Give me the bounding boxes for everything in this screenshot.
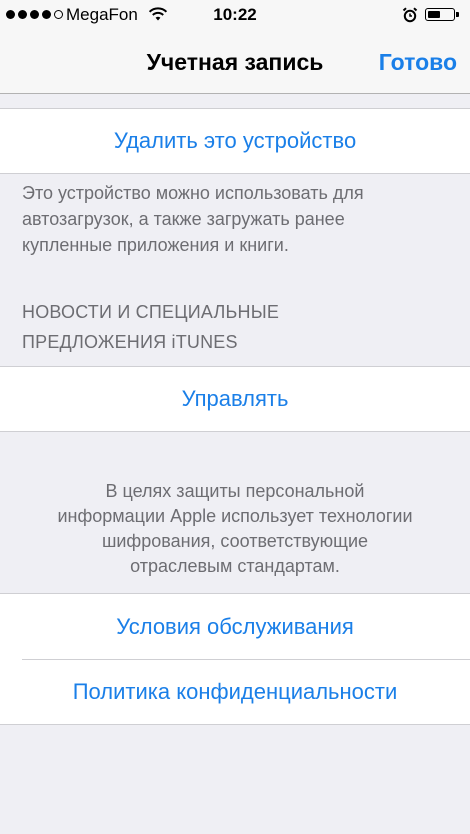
device-footer-line: Это устройство можно использовать для	[22, 183, 364, 203]
navigation-bar: Учетная запись Готово	[0, 30, 470, 94]
alarm-clock-icon	[402, 7, 418, 28]
security-note-line: шифрования, соответствующие	[101, 531, 369, 551]
battery-icon	[425, 8, 455, 21]
news-header-line: НОВОСТИ И СПЕЦИАЛЬНЫЕ	[22, 302, 280, 322]
security-note-line: информации Apple использует технологии	[57, 506, 413, 526]
security-note-line: В целях защиты персональной	[105, 481, 365, 501]
device-footer-line: автозагрузок, а также загружать ранее	[22, 209, 345, 229]
security-note-line: отраслевым стандартам.	[130, 556, 340, 576]
remove-device-label: Удалить это устройство	[113, 128, 357, 153]
account-screen: MegaFon 10:22 Учетная запись Готово Удал…	[0, 0, 470, 834]
legal-links-group: Условия обслуживания Политика конфиденци…	[0, 593, 470, 725]
manage-button[interactable]: Управлять	[0, 366, 470, 432]
news-section-header: НОВОСТИ И СПЕЦИАЛЬНЫЕ ПРЕДЛОЖЕНИЯ iTUNES	[22, 297, 442, 357]
device-footer-text: Это устройство можно использовать для ав…	[22, 180, 442, 258]
remove-device-button[interactable]: Удалить это устройство	[0, 108, 470, 174]
manage-label: Управлять	[181, 386, 289, 411]
battery-level	[428, 11, 440, 18]
terms-of-service-link[interactable]: Условия обслуживания	[0, 594, 470, 659]
status-bar: MegaFon 10:22	[0, 0, 470, 30]
device-footer-line: купленные приложения и книги.	[22, 235, 289, 255]
done-button[interactable]: Готово	[379, 49, 457, 76]
news-header-line: ПРЕДЛОЖЕНИЯ iTUNES	[22, 332, 238, 352]
security-note: В целях защиты персональной информации A…	[0, 479, 470, 579]
privacy-policy-link[interactable]: Политика конфиденциальности	[0, 659, 470, 724]
battery-tip	[456, 12, 459, 17]
status-time: 10:22	[213, 5, 257, 24]
